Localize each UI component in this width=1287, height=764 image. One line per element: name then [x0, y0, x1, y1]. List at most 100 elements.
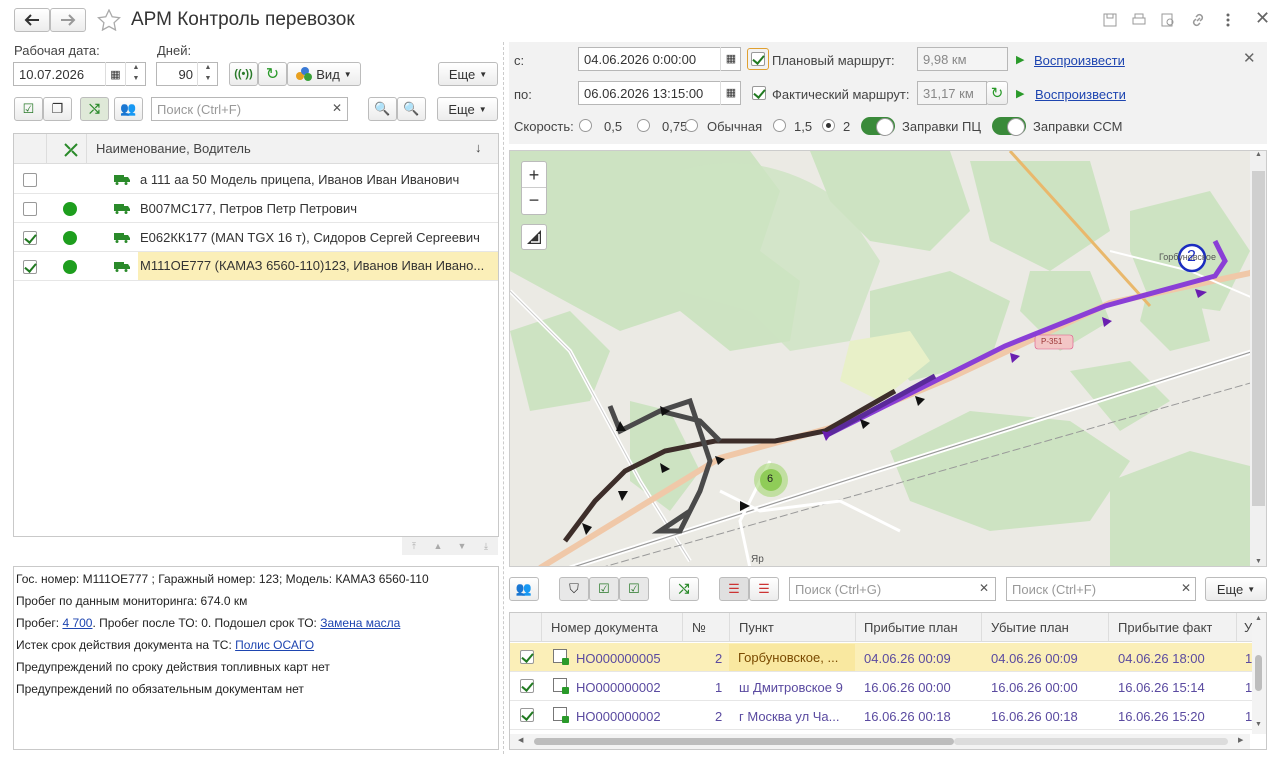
column-header[interactable]: №: [692, 620, 706, 635]
more-button-top[interactable]: Еще ▼: [438, 62, 498, 86]
close-window-icon[interactable]: ✕: [1255, 8, 1270, 29]
column-name-header[interactable]: Наименование, Водитель: [96, 141, 251, 156]
vehicle-row[interactable]: М111ОЕ777 (КАМАЗ 6560-110)123, Иванов Ив…: [14, 252, 498, 281]
forward-button[interactable]: [50, 8, 86, 32]
days-stepper[interactable]: ▲ ▼: [197, 62, 218, 86]
vehicle-checkbox[interactable]: [23, 202, 37, 216]
sort-arrow-icon[interactable]: ↓: [475, 140, 482, 155]
clear-search-f-icon[interactable]: ✕: [1181, 581, 1191, 595]
speed-radio[interactable]: [685, 119, 698, 132]
prev-row-icon[interactable]: ▲: [426, 537, 450, 555]
search-input-g[interactable]: Поиск (Ctrl+G): [789, 577, 996, 601]
vehicle-row[interactable]: Е062КК177 (MAN TGX 16 т), Сидоров Сергей…: [14, 223, 498, 252]
fuel-ssm-toggle[interactable]: [992, 117, 1026, 136]
play-actual-link[interactable]: Воспроизвести: [1035, 87, 1126, 102]
favorite-star-icon[interactable]: [97, 9, 121, 31]
check-all-button[interactable]: ☑: [14, 97, 43, 121]
last-row-icon[interactable]: ⤓: [474, 537, 498, 555]
scroll-thumb[interactable]: [1252, 171, 1265, 506]
play-icon[interactable]: ▶: [1016, 87, 1024, 100]
scroll-left-icon[interactable]: ◀: [518, 736, 523, 744]
refresh-button[interactable]: ↻: [258, 62, 287, 86]
map-scrollbar[interactable]: ▲ ▼: [1250, 151, 1266, 566]
driver-button[interactable]: 👥: [114, 97, 143, 121]
documents-hscrollbar[interactable]: ◀ ▶: [510, 734, 1250, 749]
preview-icon[interactable]: [1160, 12, 1176, 28]
clear-search-g-icon[interactable]: ✕: [979, 581, 989, 595]
document-checkbox[interactable]: [520, 650, 534, 664]
refresh-distance-button[interactable]: ↻: [986, 81, 1008, 105]
to-date-field[interactable]: 06.06.2026 13:15:00: [578, 81, 741, 105]
column-header[interactable]: Убытие план: [991, 620, 1069, 635]
calendar-icon[interactable]: ▦: [720, 47, 741, 71]
clear-filter-button[interactable]: 🔍: [397, 97, 426, 121]
map-canvas[interactable]: [510, 151, 1267, 567]
osago-link[interactable]: Полис ОСАГО: [235, 638, 314, 652]
vehicle-row[interactable]: а 111 аа 50 Модель прицепа, Иванов Иван …: [14, 165, 498, 194]
vehicle-checkbox[interactable]: [23, 260, 37, 274]
back-button[interactable]: [14, 8, 50, 32]
list-tree-button[interactable]: ☰: [749, 577, 779, 601]
vehicle-checkbox[interactable]: [23, 173, 37, 187]
play-planned-link[interactable]: Воспроизвести: [1034, 53, 1125, 68]
ruler-button[interactable]: [521, 224, 547, 250]
scroll-up-icon[interactable]: ▲: [1255, 615, 1262, 622]
planned-route-checkbox[interactable]: [751, 52, 765, 66]
scroll-up-icon[interactable]: ▲: [1250, 151, 1266, 165]
search-input-f[interactable]: Поиск (Ctrl+F): [1006, 577, 1196, 601]
copy-button[interactable]: ❐: [43, 97, 72, 121]
map-view[interactable]: Р-351 Горбуновское Яр 6 2 + − ▲ ▼: [509, 150, 1267, 567]
vehicle-checkbox[interactable]: [23, 231, 37, 245]
search-button[interactable]: 🔍: [368, 97, 397, 121]
hscroll-thumb[interactable]: [534, 738, 954, 745]
calendar-icon[interactable]: ▦: [720, 81, 741, 105]
document-checkbox[interactable]: [520, 708, 534, 722]
document-checkbox[interactable]: [520, 679, 534, 693]
zoom-out-button[interactable]: −: [522, 188, 546, 214]
check-button[interactable]: ☑: [589, 577, 619, 601]
column-header[interactable]: Прибытие факт: [1118, 620, 1212, 635]
link-icon[interactable]: [1190, 12, 1206, 28]
print-icon[interactable]: [1131, 12, 1147, 28]
filter-button-1[interactable]: ⛉: [559, 577, 589, 601]
from-date-field[interactable]: 04.06.2026 0:00:00: [578, 47, 741, 71]
route-filter-button[interactable]: ⤭: [80, 97, 109, 121]
close-filter-icon[interactable]: ✕: [1243, 49, 1256, 67]
calendar-icon[interactable]: ▦: [105, 62, 125, 86]
broadcast-button[interactable]: ((•)): [229, 62, 258, 86]
speed-radio[interactable]: [773, 119, 786, 132]
scroll-down-icon[interactable]: ▼: [1255, 721, 1262, 728]
speed-radio[interactable]: [822, 119, 835, 132]
route-point-number[interactable]: 2: [1187, 248, 1196, 266]
next-row-icon[interactable]: ▼: [450, 537, 474, 555]
scroll-down-icon[interactable]: ▼: [1250, 558, 1266, 565]
first-row-icon[interactable]: ⤒: [402, 537, 426, 555]
add-driver-button[interactable]: 👥: [509, 577, 539, 601]
oil-change-link[interactable]: Замена масла: [320, 616, 400, 630]
date-stepper[interactable]: ▲ ▼: [125, 62, 146, 86]
speed-radio[interactable]: [637, 119, 650, 132]
search-input-left[interactable]: Поиск (Ctrl+F): [151, 97, 348, 121]
vehicle-row[interactable]: В007МС177, Петров Петр Петрович: [14, 194, 498, 223]
speed-radio[interactable]: [579, 119, 592, 132]
vscroll-thumb[interactable]: [1255, 655, 1262, 691]
actual-route-checkbox[interactable]: [752, 86, 766, 100]
route-button[interactable]: ⤭: [669, 577, 699, 601]
view-button[interactable]: Вид ▼: [287, 62, 361, 86]
more-button-right[interactable]: Еще ▼: [1205, 577, 1267, 601]
play-icon[interactable]: ▶: [1016, 53, 1024, 66]
scroll-right-icon[interactable]: ▶: [1238, 736, 1243, 744]
mileage-link[interactable]: 4 700: [62, 616, 92, 630]
list-view-button[interactable]: ☰: [719, 577, 749, 601]
column-header[interactable]: Номер документа: [551, 620, 658, 635]
column-header[interactable]: Прибытие план: [864, 620, 958, 635]
fuel-pc-toggle[interactable]: [861, 117, 895, 136]
column-header[interactable]: Пункт: [739, 620, 774, 635]
check-add-button[interactable]: ☑: [619, 577, 649, 601]
zoom-in-button[interactable]: +: [522, 162, 546, 188]
save-icon[interactable]: [1102, 12, 1118, 28]
more-button-left[interactable]: Еще ▼: [437, 97, 498, 121]
panel-splitter[interactable]: [503, 42, 504, 754]
clear-search-icon[interactable]: ✕: [332, 101, 342, 115]
cluster-count[interactable]: 6: [767, 473, 773, 485]
